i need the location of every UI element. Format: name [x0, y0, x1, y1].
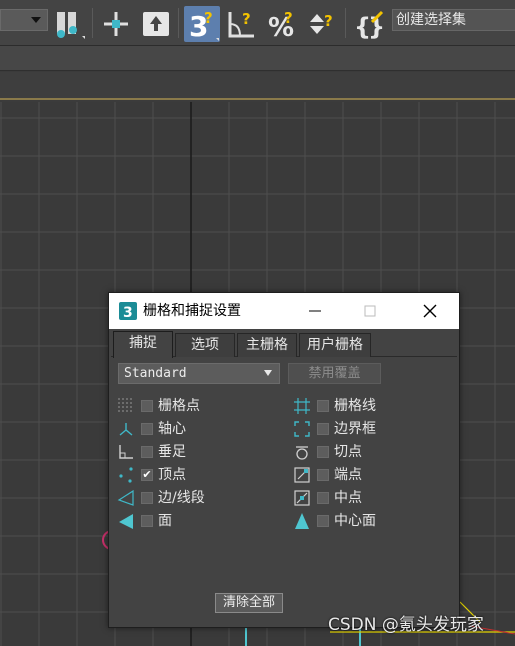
snap-face[interactable]: 面: [117, 511, 277, 531]
snap-label: 面: [158, 513, 172, 529]
tab-home-grid[interactable]: 主栅格: [237, 333, 297, 357]
toolbar-separator: [178, 8, 179, 38]
place-object-icon[interactable]: [140, 8, 172, 40]
percent-snap-icon[interactable]: % ?: [266, 8, 298, 40]
toolbar-dropdown[interactable]: [0, 9, 48, 31]
svg-text:?: ?: [204, 9, 213, 27]
close-icon[interactable]: [415, 299, 445, 323]
override-off-button[interactable]: 禁用覆盖: [288, 363, 381, 384]
snap-preset-value: Standard: [124, 366, 187, 381]
main-toolbar: 3 ? ? % ? ? { } 创建选择集: [0, 0, 515, 46]
checkbox[interactable]: [317, 515, 329, 527]
snap-label: 边界框: [334, 421, 376, 437]
named-selection-set-field[interactable]: 创建选择集: [392, 9, 515, 31]
minimize-icon[interactable]: [300, 299, 330, 323]
face-icon: [119, 514, 133, 529]
chevron-down-icon: [31, 17, 41, 23]
checkbox[interactable]: ✔: [141, 469, 153, 481]
center-face-icon: [295, 513, 309, 529]
viewport-header: [0, 72, 515, 100]
checkbox[interactable]: [141, 400, 153, 412]
snap-pivot[interactable]: 轴心: [117, 419, 277, 439]
chevron-down-icon: [264, 370, 272, 376]
checkbox[interactable]: [141, 423, 153, 435]
checkbox[interactable]: [141, 446, 153, 458]
checkbox[interactable]: [141, 492, 153, 504]
snap-label: 栅格线: [334, 398, 376, 414]
snap-label: 垂足: [158, 444, 186, 460]
align-icon[interactable]: [54, 8, 86, 40]
dialog-title-bar[interactable]: 3 栅格和捕捉设置: [109, 293, 459, 329]
snap-grid-points[interactable]: 栅格点: [117, 396, 277, 416]
grid-points-icon: [118, 398, 132, 412]
maximize-icon[interactable]: [355, 299, 385, 323]
snap-label: 切点: [334, 444, 362, 460]
bounding-box-icon: [294, 421, 310, 437]
checkbox[interactable]: [317, 400, 329, 412]
tab-bar: 捕捉 选项 主栅格 用户栅格: [111, 331, 457, 358]
tab-user-grids[interactable]: 用户栅格: [299, 333, 371, 357]
grid-lines-icon: [294, 398, 310, 414]
snap-label: 端点: [334, 467, 362, 483]
secondary-toolbar: [0, 46, 515, 71]
tab-snaps[interactable]: 捕捉: [113, 331, 173, 358]
snap-label: 栅格点: [158, 398, 200, 414]
pivot-icon: [119, 423, 133, 436]
snap-label: 边/线段: [158, 490, 205, 506]
clear-all-button[interactable]: 清除全部: [215, 593, 283, 613]
tab-options[interactable]: 选项: [175, 333, 235, 357]
midpoint-icon: [294, 490, 310, 506]
snap-endpoint[interactable]: 端点: [293, 465, 453, 485]
watermark: CSDN @氪头发玩家: [328, 615, 484, 635]
snap-toggle-3d-icon[interactable]: 3 ?: [184, 6, 220, 42]
tangent-icon: [296, 446, 308, 460]
grid-snap-settings-dialog: 3 栅格和捕捉设置 捕捉 选项 主栅格 用户栅格 Standard 禁用覆盖 栅…: [108, 292, 460, 628]
checkbox[interactable]: [317, 423, 329, 435]
angle-snap-icon[interactable]: ?: [226, 8, 258, 40]
perpendicular-icon: [119, 445, 133, 459]
endpoint-icon: [294, 467, 310, 483]
spinner-snap-icon[interactable]: ?: [306, 8, 338, 40]
app-3dsmax-icon: 3: [119, 302, 137, 320]
snap-label: 中心面: [334, 513, 376, 529]
svg-text:?: ?: [242, 10, 251, 28]
snap-label: 轴心: [158, 421, 186, 437]
checkbox[interactable]: [141, 515, 153, 527]
checkbox[interactable]: [317, 446, 329, 458]
toolbar-separator: [92, 8, 93, 38]
snap-preset-select[interactable]: Standard: [118, 363, 280, 384]
snap-label: 中点: [334, 490, 362, 506]
snap-label: 顶点: [158, 467, 186, 483]
vertex-icon: [119, 467, 133, 483]
snap-edge-segment[interactable]: 边/线段: [117, 488, 277, 508]
svg-text:3: 3: [123, 305, 133, 320]
move-pivot-icon[interactable]: [100, 8, 132, 40]
snap-tangent[interactable]: 切点: [293, 442, 453, 462]
edge-segment-icon: [117, 489, 134, 506]
dialog-title: 栅格和捕捉设置: [143, 303, 241, 319]
checkbox[interactable]: [317, 469, 329, 481]
snap-midpoint[interactable]: 中点: [293, 488, 453, 508]
snap-vertex[interactable]: ✔ 顶点: [117, 465, 277, 485]
snap-bounding-box[interactable]: 边界框: [293, 419, 453, 439]
snap-center-face[interactable]: 中心面: [293, 511, 453, 531]
svg-text:?: ?: [284, 9, 293, 27]
checkbox[interactable]: [317, 492, 329, 504]
snap-perpendicular[interactable]: 垂足: [117, 442, 277, 462]
toolbar-separator: [345, 8, 346, 38]
svg-text:?: ?: [324, 12, 333, 30]
edit-named-selection-icon[interactable]: { }: [352, 8, 384, 40]
snap-grid-lines[interactable]: 栅格线: [293, 396, 453, 416]
